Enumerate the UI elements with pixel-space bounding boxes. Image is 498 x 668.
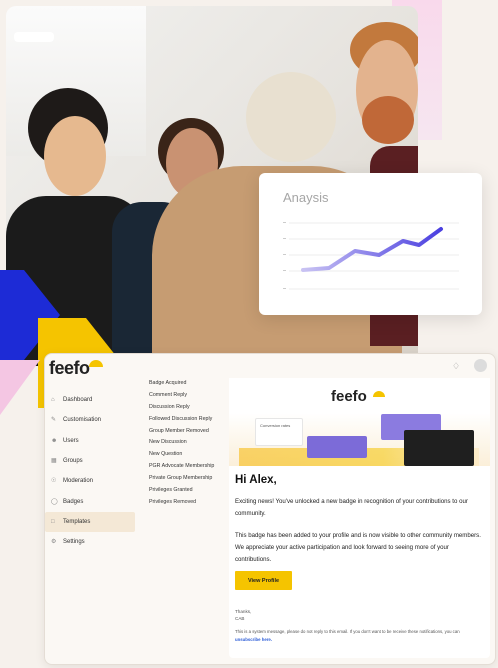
sidebar-nav: ⌂ Dashboard ✎ Customisation ☻ Users ▦ Gr… [45,390,135,552]
list-item[interactable]: Private Group Membership [149,475,224,487]
sidebar-item-label: Users [63,437,79,444]
illustration-card-review [307,436,367,458]
sidebar-item-templates[interactable]: □ Templates [45,511,135,533]
email-paragraph: Exciting news! You've unlocked a new bad… [235,498,468,517]
sidebar-item-label: Templates [63,518,91,525]
bell-icon[interactable]: ♢ [452,361,461,371]
photo-person-hair [246,72,336,162]
photo-person-beard [362,96,414,144]
analysis-line-chart [283,222,459,290]
email-header: feefo Conversion rates [229,378,490,466]
list-item[interactable]: Discussion Reply [149,404,224,416]
shield-icon: ☉ [51,478,57,485]
chart-tick [283,222,286,223]
chart-tick [283,238,286,239]
sidebar-item-label: Moderation [63,478,94,485]
home-icon: ⌂ [51,397,55,404]
email-logo: feefo [331,388,367,405]
decorative-pink-triangle [0,360,40,415]
list-item[interactable]: Privileges Granted [149,487,224,499]
gear-icon: ⚙ [51,539,57,546]
sidebar-item-label: Dashboard [63,397,93,404]
logo-eyes-icon [89,360,103,367]
signoff-line: Thanks, [235,609,252,614]
chart-tick [283,270,286,271]
logo-eyes-icon [373,391,385,397]
feefo-logo[interactable]: feefo [49,358,90,379]
top-bar: feefo ♢ [45,354,495,378]
analysis-card: Anaysis [259,173,482,315]
sidebar-item-label: Customisation [63,417,102,424]
brush-icon: ✎ [51,417,57,424]
illustration-card-graph [404,430,474,466]
footer-text: This is a system message, please do not … [235,629,460,634]
sidebar-item-groups[interactable]: ▦ Groups [45,451,135,471]
email-greeting: Hi Alex, [235,474,277,486]
email-preview: feefo Conversion rates Hi Alex, Exciting… [229,378,490,658]
email-signoff: Thanks, CAB [235,608,251,622]
chart-tick [283,254,286,255]
list-item[interactable]: New Question [149,451,224,463]
list-item[interactable]: Privileges Removed [149,499,224,511]
list-item[interactable]: Comment Reply [149,392,224,404]
badge-icon: ◯ [51,498,58,505]
sidebar-item-badges[interactable]: ◯ Badges [45,491,135,511]
view-profile-button[interactable]: View Profile [235,571,292,590]
app-window: feefo ♢ ⌂ Dashboard ✎ Customisation ☻ Us… [44,353,496,665]
sidebar-item-label: Badges [63,498,84,505]
template-icon: □ [51,518,55,525]
chart-tick-marks [283,222,286,289]
illustration-label: Conversion rates [260,423,291,428]
sidebar-item-users[interactable]: ☻ Users [45,431,135,451]
chart-tick [283,288,286,289]
photo-person-face [44,116,106,196]
email-footer: This is a system message, please do not … [235,628,485,644]
sidebar-item-customisation[interactable]: ✎ Customisation [45,410,135,430]
unsubscribe-link[interactable]: unsubscribe here. [235,637,272,642]
template-event-list: Badge Acquired Comment Reply Discussion … [149,380,224,511]
sidebar-item-label: Groups [63,458,83,465]
list-item[interactable]: New Discussion [149,439,224,451]
list-item[interactable]: Badge Acquired [149,380,224,392]
avatar[interactable] [474,359,487,372]
illustration-card-conversion: Conversion rates [255,418,303,446]
email-paragraph: This badge has been added to your profil… [235,532,481,563]
groups-icon: ▦ [51,458,57,465]
chart-series-line [301,227,443,272]
sidebar-item-dashboard[interactable]: ⌂ Dashboard [45,390,135,410]
sidebar-item-moderation[interactable]: ☉ Moderation [45,471,135,491]
list-item[interactable]: PGR Advocate Membership [149,463,224,475]
sidebar-item-settings[interactable]: ⚙ Settings [45,532,135,552]
photo-lamp [14,32,54,42]
sidebar-item-label: Settings [63,539,85,546]
list-item[interactable]: Group Member Removed [149,428,224,440]
users-icon: ☻ [51,437,58,444]
list-item[interactable]: Followed Discussion Reply [149,416,224,428]
signoff-line: CAB [235,616,245,621]
